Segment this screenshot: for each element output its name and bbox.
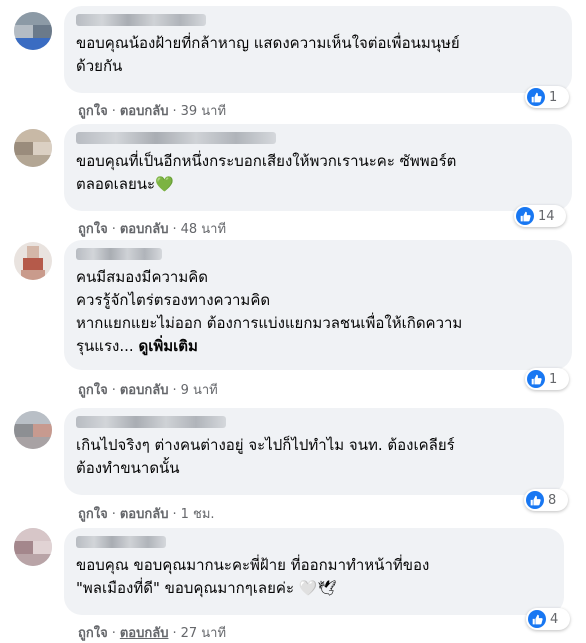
like-link[interactable]: ถูกใจ	[78, 507, 108, 522]
comment-bubble: ขอบคุณน้องฝ้ายที่กล้าหาญ แสดงความเห็นใจต…	[64, 6, 572, 93]
reply-link[interactable]: ตอบกลับ	[120, 222, 169, 237]
reaction-count[interactable]: 8	[524, 489, 568, 511]
reply-link[interactable]: ตอบกลับ	[120, 507, 169, 522]
author-name-blurred[interactable]	[76, 248, 162, 260]
author-name-blurred[interactable]	[76, 14, 206, 26]
green-heart-icon: 💚	[155, 175, 174, 193]
avatar[interactable]	[14, 12, 52, 50]
avatar[interactable]	[14, 411, 52, 449]
thumbs-up-icon	[516, 207, 534, 225]
comment-text: ขอบคุณน้องฝ้ายที่กล้าหาญ แสดงความเห็นใจต…	[76, 34, 460, 75]
reaction-count[interactable]: 4	[526, 608, 570, 630]
comment-text: คนมีสมองมีความคิด ควรรู้จักไตร่ตรองทางคว…	[76, 268, 463, 355]
comment-actions: ถูกใจ · ตอบกลับ · 27 นาที	[78, 626, 227, 641]
timestamp[interactable]: 27 นาที	[181, 626, 226, 641]
reaction-count[interactable]: 1	[525, 86, 569, 108]
thumbs-up-icon	[527, 88, 545, 106]
reaction-count[interactable]: 1	[525, 368, 569, 390]
comment-text: ขอบคุณ ขอบคุณมากนะคะพี่ฝ้าย ที่ออกมาทำหน…	[76, 556, 430, 597]
avatar[interactable]	[14, 242, 52, 280]
comment-actions: ถูกใจ · ตอบกลับ · 48 นาที	[78, 222, 227, 237]
avatar[interactable]	[14, 528, 52, 566]
comment-bubble: ขอบคุณที่เป็นอีกหนึ่งกระบอกเสียงให้พวกเร…	[64, 124, 572, 211]
like-link[interactable]: ถูกใจ	[78, 222, 108, 237]
timestamp[interactable]: 39 นาที	[181, 104, 226, 119]
comment-bubble: เกินไปจริงๆ ต่างคนต่างอยู่ จะไปก็ไปทำไม …	[64, 408, 564, 495]
reply-link[interactable]: ตอบกลับ	[120, 104, 169, 119]
comment-actions: ถูกใจ · ตอบกลับ · 9 นาที	[78, 383, 218, 398]
see-more-link[interactable]: ดูเพิ่มเติม	[138, 337, 197, 355]
timestamp[interactable]: 1 ชม.	[181, 507, 215, 522]
thumbs-up-icon	[527, 370, 545, 388]
author-name-blurred[interactable]	[76, 416, 226, 428]
comment-text: ขอบคุณที่เป็นอีกหนึ่งกระบอกเสียงให้พวกเร…	[76, 152, 457, 193]
author-name-blurred[interactable]	[76, 536, 166, 548]
author-name-blurred[interactable]	[76, 132, 276, 144]
reaction-count[interactable]: 14	[514, 205, 566, 227]
comment-text: เกินไปจริงๆ ต่างคนต่างอยู่ จะไปก็ไปทำไม …	[76, 436, 455, 477]
thumbs-up-icon	[526, 491, 544, 509]
avatar[interactable]	[14, 129, 52, 167]
like-link[interactable]: ถูกใจ	[78, 626, 108, 641]
reply-link[interactable]: ตอบกลับ	[120, 626, 169, 641]
thumbs-up-icon	[528, 610, 546, 628]
comment-bubble: ขอบคุณ ขอบคุณมากนะคะพี่ฝ้าย ที่ออกมาทำหน…	[64, 528, 564, 615]
timestamp[interactable]: 9 นาที	[181, 383, 218, 398]
comment-actions: ถูกใจ · ตอบกลับ · 39 นาที	[78, 104, 227, 119]
reply-link[interactable]: ตอบกลับ	[120, 383, 169, 398]
like-link[interactable]: ถูกใจ	[78, 383, 108, 398]
heart-dove-emoji-icon: 🤍🕊	[298, 579, 337, 597]
comment-actions: ถูกใจ · ตอบกลับ · 1 ชม.	[78, 507, 215, 522]
like-link[interactable]: ถูกใจ	[78, 104, 108, 119]
comment-bubble: คนมีสมองมีความคิด ควรรู้จักไตร่ตรองทางคว…	[64, 240, 572, 370]
timestamp[interactable]: 48 นาที	[181, 222, 226, 237]
